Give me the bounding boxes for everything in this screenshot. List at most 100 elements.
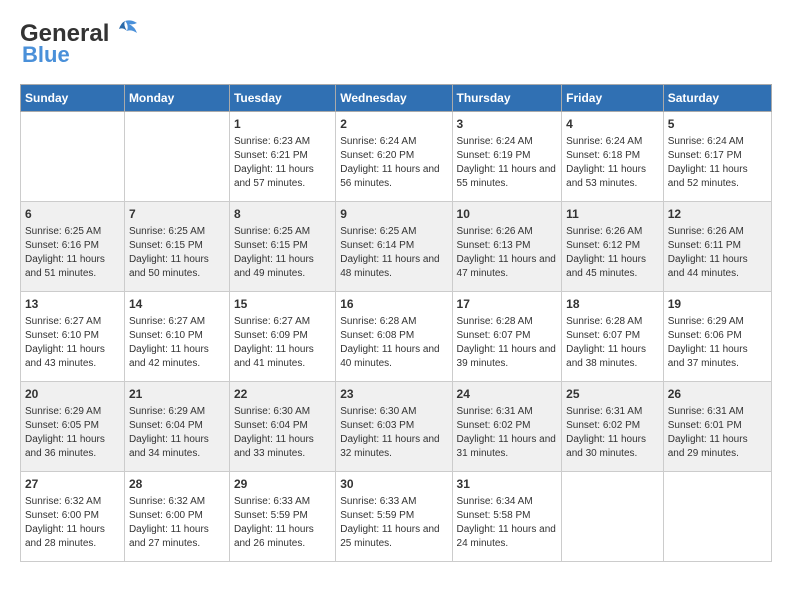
day-info: Sunrise: 6:26 AM Sunset: 6:12 PM Dayligh… [566, 225, 659, 281]
day-number: 24 [457, 386, 558, 403]
day-info: Sunrise: 6:23 AM Sunset: 6:21 PM Dayligh… [234, 135, 331, 191]
calendar-cell: 5 Sunrise: 6:24 AM Sunset: 6:17 PM Daylig… [663, 112, 771, 202]
calendar-cell: 22 Sunrise: 6:30 AM Sunset: 6:04 PM Dayli… [229, 382, 335, 472]
day-number: 20 [25, 386, 120, 403]
weekday-header-friday: Friday [562, 85, 664, 112]
day-number: 15 [234, 296, 331, 313]
week-row-5: 27 Sunrise: 6:32 AM Sunset: 6:00 PM Dayli… [21, 472, 772, 562]
day-info: Sunrise: 6:25 AM Sunset: 6:15 PM Dayligh… [129, 225, 225, 281]
day-number: 8 [234, 206, 331, 223]
week-row-4: 20Sunrise: 6:29 AM Sunset: 6:05 PM Dayli… [21, 382, 772, 472]
calendar-cell: 18 Sunrise: 6:28 AM Sunset: 6:07 PM Dayli… [562, 292, 664, 382]
calendar-cell: 27 Sunrise: 6:32 AM Sunset: 6:00 PM Dayli… [21, 472, 125, 562]
calendar-cell: 31 Sunrise: 6:34 AM Sunset: 5:58 PM Dayli… [452, 472, 562, 562]
day-number: 7 [129, 206, 225, 223]
logo: General Blue [20, 20, 139, 68]
day-info: Sunrise: 6:28 AM Sunset: 6:08 PM Dayligh… [340, 315, 447, 371]
calendar-cell: 3 Sunrise: 6:24 AM Sunset: 6:19 PM Daylig… [452, 112, 562, 202]
weekday-header-saturday: Saturday [663, 85, 771, 112]
calendar-cell: 17 Sunrise: 6:28 AM Sunset: 6:07 PM Dayli… [452, 292, 562, 382]
day-info: Sunrise: 6:34 AM Sunset: 5:58 PM Dayligh… [457, 495, 558, 551]
calendar-cell: 26Sunrise: 6:31 AM Sunset: 6:01 PM Dayli… [663, 382, 771, 472]
weekday-header-wednesday: Wednesday [336, 85, 452, 112]
day-info: Sunrise: 6:26 AM Sunset: 6:13 PM Dayligh… [457, 225, 558, 281]
calendar-cell: 10 Sunrise: 6:26 AM Sunset: 6:13 PM Dayli… [452, 202, 562, 292]
day-number: 3 [457, 116, 558, 133]
weekday-header-row: SundayMondayTuesdayWednesdayThursdayFrid… [21, 85, 772, 112]
day-number: 9 [340, 206, 447, 223]
calendar-cell [124, 112, 229, 202]
day-info: Sunrise: 6:24 AM Sunset: 6:17 PM Dayligh… [668, 135, 767, 191]
day-number: 22 [234, 386, 331, 403]
day-number: 5 [668, 116, 767, 133]
day-info: Sunrise: 6:32 AM Sunset: 6:00 PM Dayligh… [25, 495, 120, 551]
calendar-cell [21, 112, 125, 202]
day-info: Sunrise: 6:31 AM Sunset: 6:01 PM Dayligh… [668, 405, 767, 461]
calendar-cell [562, 472, 664, 562]
calendar-cell: 23 Sunrise: 6:30 AM Sunset: 6:03 PM Dayli… [336, 382, 452, 472]
day-number: 4 [566, 116, 659, 133]
day-number: 12 [668, 206, 767, 223]
day-number: 17 [457, 296, 558, 313]
day-number: 10 [457, 206, 558, 223]
weekday-header-tuesday: Tuesday [229, 85, 335, 112]
logo-blue: Blue [22, 42, 70, 68]
day-info: Sunrise: 6:32 AM Sunset: 6:00 PM Dayligh… [129, 495, 225, 551]
calendar-cell: 24 Sunrise: 6:31 AM Sunset: 6:02 PM Dayli… [452, 382, 562, 472]
day-number: 16 [340, 296, 447, 313]
week-row-2: 6 Sunrise: 6:25 AM Sunset: 6:16 PM Daylig… [21, 202, 772, 292]
calendar-cell: 1 Sunrise: 6:23 AM Sunset: 6:21 PM Daylig… [229, 112, 335, 202]
day-number: 29 [234, 476, 331, 493]
day-info: Sunrise: 6:27 AM Sunset: 6:10 PM Dayligh… [129, 315, 225, 371]
day-info: Sunrise: 6:31 AM Sunset: 6:02 PM Dayligh… [457, 405, 558, 461]
weekday-header-sunday: Sunday [21, 85, 125, 112]
calendar-cell: 21Sunrise: 6:29 AM Sunset: 6:04 PM Dayli… [124, 382, 229, 472]
calendar-cell: 4 Sunrise: 6:24 AM Sunset: 6:18 PM Daylig… [562, 112, 664, 202]
calendar-cell [663, 472, 771, 562]
day-number: 2 [340, 116, 447, 133]
day-number: 31 [457, 476, 558, 493]
day-info: Sunrise: 6:26 AM Sunset: 6:11 PM Dayligh… [668, 225, 767, 281]
calendar-cell: 2 Sunrise: 6:24 AM Sunset: 6:20 PM Daylig… [336, 112, 452, 202]
day-info: Sunrise: 6:33 AM Sunset: 5:59 PM Dayligh… [340, 495, 447, 551]
day-info: Sunrise: 6:31 AM Sunset: 6:02 PM Dayligh… [566, 405, 659, 461]
day-info: Sunrise: 6:27 AM Sunset: 6:09 PM Dayligh… [234, 315, 331, 371]
calendar-cell: 25 Sunrise: 6:31 AM Sunset: 6:02 PM Dayli… [562, 382, 664, 472]
calendar-cell: 8Sunrise: 6:25 AM Sunset: 6:15 PM Daylig… [229, 202, 335, 292]
day-number: 6 [25, 206, 120, 223]
week-row-3: 13Sunrise: 6:27 AM Sunset: 6:10 PM Dayli… [21, 292, 772, 382]
day-number: 30 [340, 476, 447, 493]
day-number: 11 [566, 206, 659, 223]
calendar-cell: 7 Sunrise: 6:25 AM Sunset: 6:15 PM Daylig… [124, 202, 229, 292]
page-header: General Blue [20, 20, 772, 68]
day-number: 23 [340, 386, 447, 403]
calendar-cell: 9 Sunrise: 6:25 AM Sunset: 6:14 PM Daylig… [336, 202, 452, 292]
day-info: Sunrise: 6:33 AM Sunset: 5:59 PM Dayligh… [234, 495, 331, 551]
calendar-cell: 6 Sunrise: 6:25 AM Sunset: 6:16 PM Daylig… [21, 202, 125, 292]
day-info: Sunrise: 6:28 AM Sunset: 6:07 PM Dayligh… [457, 315, 558, 371]
day-number: 25 [566, 386, 659, 403]
day-number: 19 [668, 296, 767, 313]
day-info: Sunrise: 6:30 AM Sunset: 6:04 PM Dayligh… [234, 405, 331, 461]
day-info: Sunrise: 6:25 AM Sunset: 6:14 PM Dayligh… [340, 225, 447, 281]
calendar-cell: 19Sunrise: 6:29 AM Sunset: 6:06 PM Dayli… [663, 292, 771, 382]
day-info: Sunrise: 6:29 AM Sunset: 6:04 PM Dayligh… [129, 405, 225, 461]
day-info: Sunrise: 6:28 AM Sunset: 6:07 PM Dayligh… [566, 315, 659, 371]
day-info: Sunrise: 6:25 AM Sunset: 6:16 PM Dayligh… [25, 225, 120, 281]
calendar-cell: 16 Sunrise: 6:28 AM Sunset: 6:08 PM Dayli… [336, 292, 452, 382]
day-number: 1 [234, 116, 331, 133]
day-info: Sunrise: 6:24 AM Sunset: 6:19 PM Dayligh… [457, 135, 558, 191]
day-info: Sunrise: 6:30 AM Sunset: 6:03 PM Dayligh… [340, 405, 447, 461]
calendar-cell: 28 Sunrise: 6:32 AM Sunset: 6:00 PM Dayli… [124, 472, 229, 562]
calendar-cell: 30 Sunrise: 6:33 AM Sunset: 5:59 PM Dayli… [336, 472, 452, 562]
day-number: 28 [129, 476, 225, 493]
calendar-table: SundayMondayTuesdayWednesdayThursdayFrid… [20, 84, 772, 562]
week-row-1: 1 Sunrise: 6:23 AM Sunset: 6:21 PM Daylig… [21, 112, 772, 202]
day-info: Sunrise: 6:24 AM Sunset: 6:18 PM Dayligh… [566, 135, 659, 191]
day-info: Sunrise: 6:24 AM Sunset: 6:20 PM Dayligh… [340, 135, 447, 191]
day-number: 18 [566, 296, 659, 313]
day-info: Sunrise: 6:27 AM Sunset: 6:10 PM Dayligh… [25, 315, 120, 371]
day-number: 14 [129, 296, 225, 313]
day-number: 27 [25, 476, 120, 493]
weekday-header-monday: Monday [124, 85, 229, 112]
